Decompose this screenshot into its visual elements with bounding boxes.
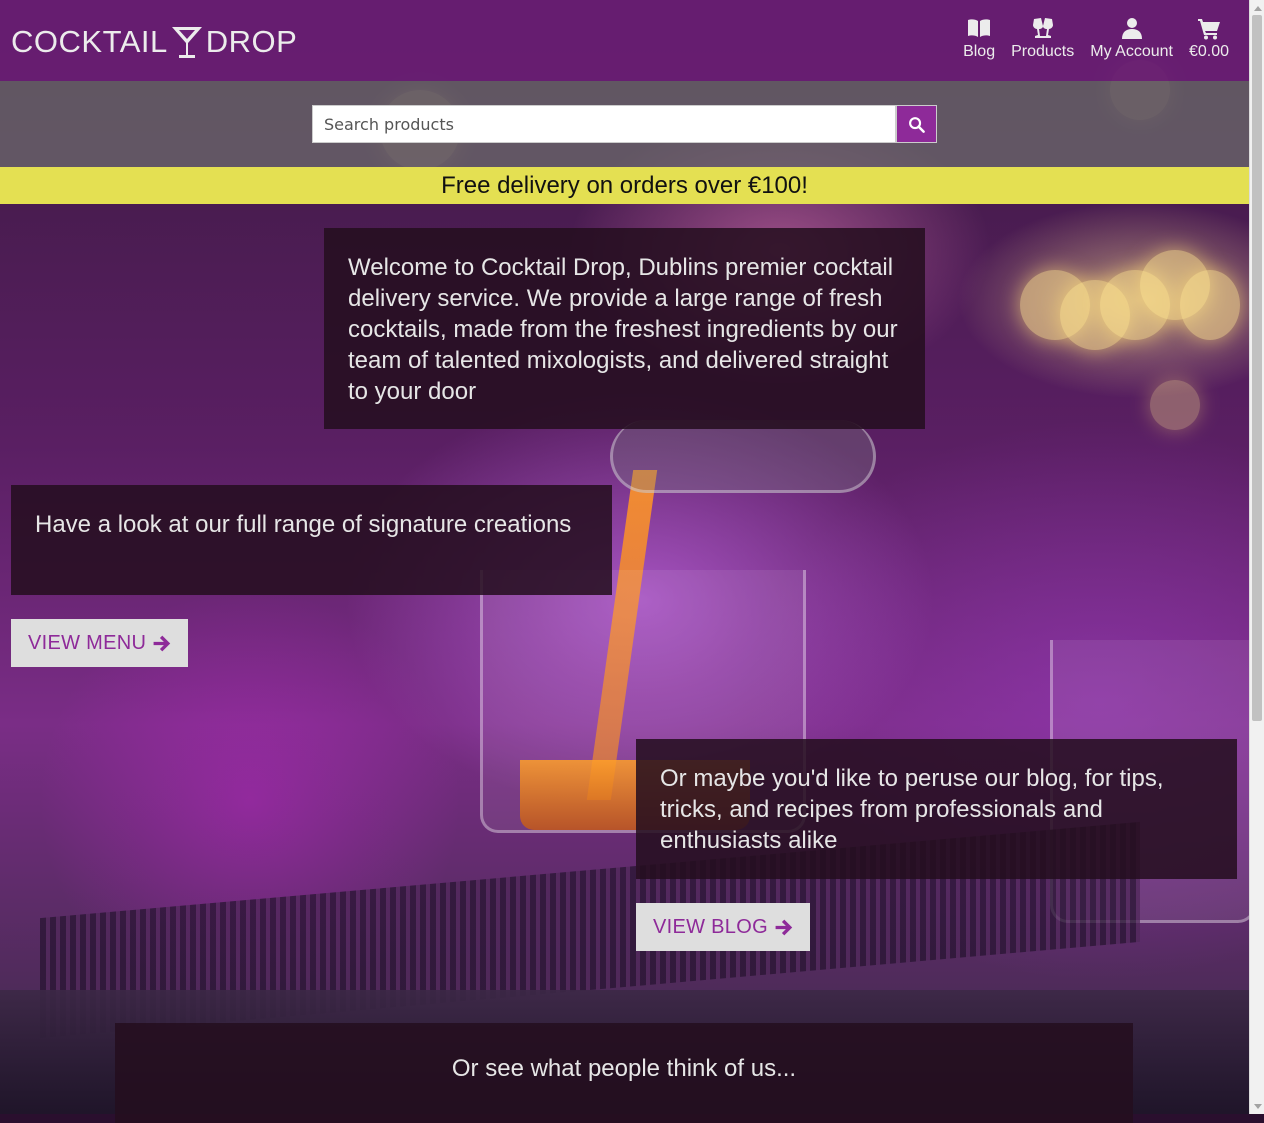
view-menu-label: VIEW MENU xyxy=(28,631,147,654)
view-blog-label: VIEW BLOG xyxy=(653,915,768,938)
nav-products[interactable]: Products xyxy=(1003,16,1082,61)
nav-blog[interactable]: Blog xyxy=(955,16,1003,61)
site-header: COCKTAIL DROP Blog Products My Account €… xyxy=(0,0,1249,81)
nav-my-account[interactable]: My Account xyxy=(1082,16,1181,61)
main-navigation: Blog Products My Account €0.00 xyxy=(955,16,1237,61)
cart-icon xyxy=(1197,19,1220,40)
martini-glass-icon xyxy=(171,27,202,58)
intro-text: Welcome to Cocktail Drop, Dublins premie… xyxy=(324,228,925,429)
nav-products-label: Products xyxy=(1011,43,1075,60)
logo-text-left: COCKTAIL xyxy=(11,24,168,59)
reviews-heading: Or see what people think of us... xyxy=(115,1023,1133,1123)
nav-cart[interactable]: €0.00 xyxy=(1181,16,1237,61)
scroll-down-arrow-icon[interactable] xyxy=(1250,1099,1264,1114)
free-delivery-banner: Free delivery on orders over €100! xyxy=(0,167,1249,204)
view-blog-button[interactable]: VIEW BLOG xyxy=(636,903,810,951)
user-icon xyxy=(1121,18,1142,39)
logo-text-right: DROP xyxy=(205,24,298,59)
page-scrollbar[interactable] xyxy=(1249,0,1264,1114)
arrow-right-icon xyxy=(775,919,793,935)
cocktail-glasses-icon xyxy=(1032,18,1053,38)
scrollbar-thumb[interactable] xyxy=(1252,15,1262,721)
search-icon xyxy=(909,116,925,133)
book-icon xyxy=(968,19,991,37)
nav-my-account-label: My Account xyxy=(1090,43,1173,60)
search-input[interactable] xyxy=(312,105,896,143)
view-menu-button[interactable]: VIEW MENU xyxy=(11,619,189,667)
site-logo[interactable]: COCKTAIL DROP xyxy=(11,22,297,62)
arrow-right-icon xyxy=(153,635,171,651)
scroll-up-arrow-icon[interactable] xyxy=(1250,0,1264,15)
search-button[interactable] xyxy=(896,105,937,143)
cart-total: €0.00 xyxy=(1188,43,1229,60)
nav-blog-label: Blog xyxy=(963,43,996,60)
blog-promo-text: Or maybe you'd like to peruse our blog, … xyxy=(636,739,1237,879)
menu-promo-text: Have a look at our full range of signatu… xyxy=(11,485,612,595)
